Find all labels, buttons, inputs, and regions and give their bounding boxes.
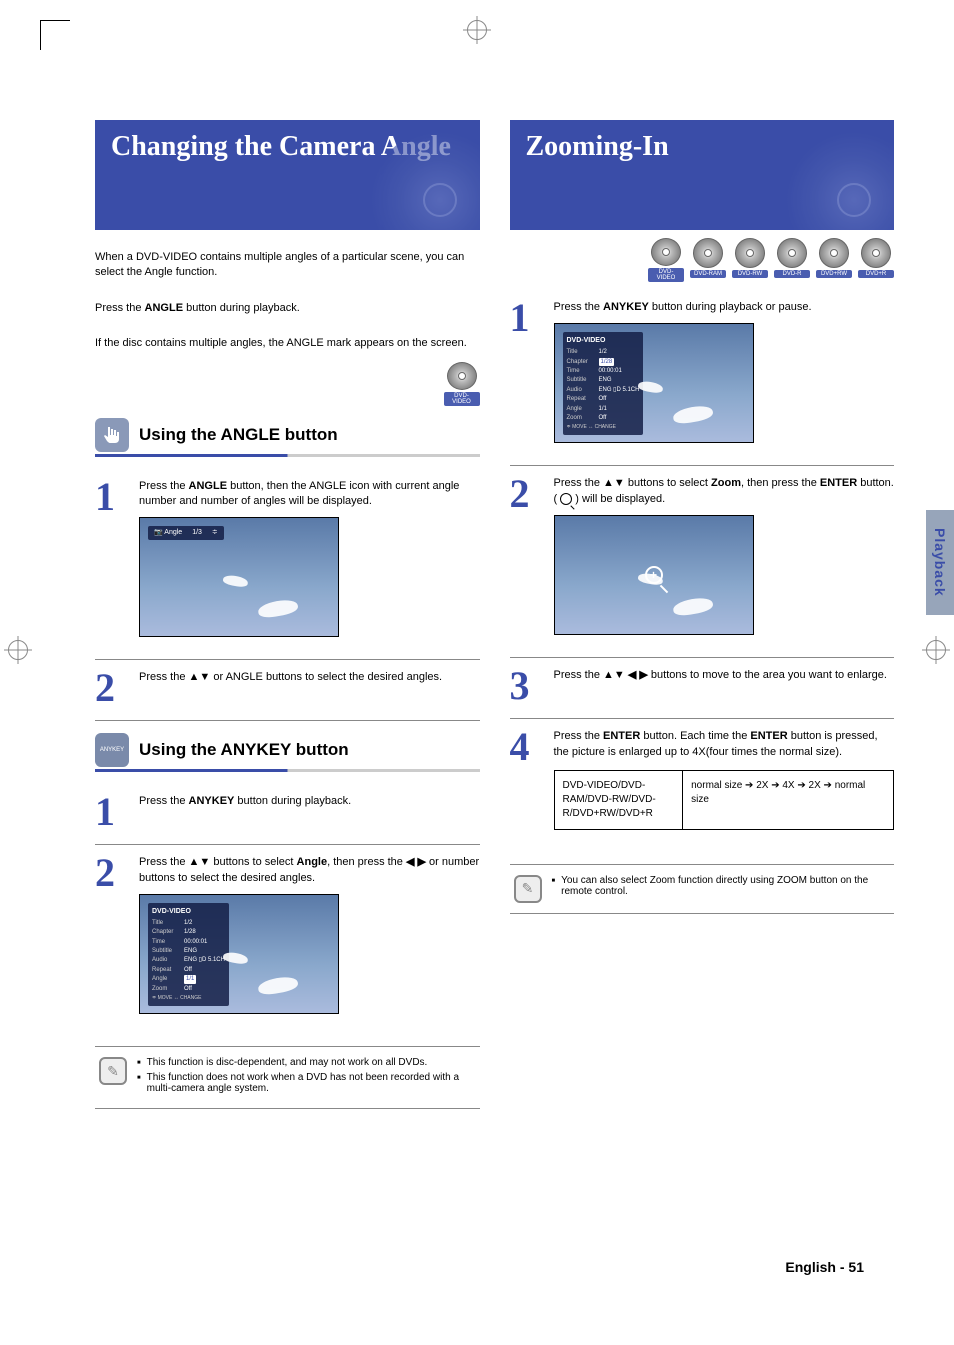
step-r1: 1 Press the ANYKEY button during playbac… [510,290,895,466]
step-r3: 3 Press the ▲▼ ◀ ▶ buttons to move to th… [510,658,895,719]
registration-mark [8,640,28,660]
intro-press: Press the ANGLE button during playback. [95,301,480,316]
page-footer: English - 51 [785,1259,864,1275]
zoom-sequence-table: DVD-VIDEO/DVD-RAM/DVD-RW/DVD-R/DVD+RW/DV… [554,770,895,830]
step-number: 1 [95,479,125,515]
side-tab-playback: Playback [926,510,954,615]
intro-text: When a DVD-VIDEO contains multiple angle… [95,250,480,281]
magnifier-icon [560,493,572,505]
section-heading-1: Using the ANGLE button [139,425,338,445]
underline [95,769,480,772]
osd-panel: DVD-VIDEO Title1/2 Chapter1/28 Time00:00… [563,332,644,435]
footer-label: English [785,1259,836,1275]
disc-icon: DVD-RW [732,238,768,282]
step-1-1: 1 Press the ANGLE button, then the ANGLE… [95,469,480,661]
disc-icon: DVD-R [774,238,810,282]
intro-note: If the disc contains multiple angles, th… [95,336,480,351]
step-1-2: 2 Press the ▲▼ or ANGLE buttons to selec… [95,660,480,721]
section-header-anykey: ANYKEY Using the ANYKEY button [95,733,480,767]
screenshot-osd-angle: DVD-VIDEO Title1/2 Chapter1/28 Time00:00… [139,894,339,1014]
section-header-angle-button: Using the ANGLE button [95,418,480,452]
pencil-icon: ✎ [514,875,542,903]
step-number: 3 [510,668,540,704]
disc-icon: DVD+RW [816,238,852,282]
step-number: 1 [95,794,125,830]
step-number: 1 [510,300,540,336]
disc-icon: DVD-VIDEO [648,238,684,282]
anykey-badge: ANYKEY [95,733,129,767]
step-number: 4 [510,729,540,765]
note-box-right: ✎ You can also select Zoom function dire… [510,864,895,914]
step-r2: 2 Press the ▲▼ buttons to select Zoom, t… [510,466,895,658]
title-banner-right: Zooming-In [510,120,895,230]
screenshot-angle-bar: 📷 Angle 1/3 ≑ [139,517,339,637]
disc-row-left: DVD-VIDEO [95,362,480,406]
left-column: Changing the Camera Angle When a DVD-VID… [95,120,480,1109]
step-number: 2 [510,476,540,512]
note-1: This function is disc-dependent, and may… [147,1057,428,1068]
osd-panel: DVD-VIDEO Title1/2 Chapter1/28 Time00:00… [148,903,229,1006]
disc-icon: DVD+R [858,238,894,282]
right-column: Zooming-In DVD-VIDEO DVD-RAM DVD-RW DVD-… [510,120,895,1109]
note-box-left: ✎ This function is disc-dependent, and m… [95,1046,480,1109]
seq-label: DVD-VIDEO/DVD-RAM/DVD-RW/DVD-R/DVD+RW/DV… [555,771,684,829]
note-2: This function does not work when a DVD h… [147,1072,476,1094]
underline [95,454,480,457]
step-2-1: 1 Press the ANYKEY button during playbac… [95,784,480,845]
angle-osd: 📷 Angle 1/3 ≑ [148,526,224,540]
footer-page: - 51 [840,1259,864,1275]
step-r4: 4 Press the ENTER button. Each time the … [510,719,895,854]
page-content: Changing the Camera Angle When a DVD-VID… [95,120,894,1285]
title-banner-left: Changing the Camera Angle [95,120,480,230]
screenshot-zoom-cursor: + [554,515,754,635]
disc-icon: DVD-RAM [690,238,726,282]
section-heading-2: Using the ANYKEY button [139,740,349,760]
step-number: 2 [95,855,125,891]
registration-mark [467,20,487,40]
seq-value: normal size ➔ 2X ➔ 4X ➔ 2X ➔ normal size [683,771,893,829]
pencil-icon: ✎ [99,1057,127,1085]
crop-mark [40,20,70,50]
disc-row-right: DVD-VIDEO DVD-RAM DVD-RW DVD-R DVD+RW DV… [510,238,895,282]
registration-mark [926,640,946,660]
screenshot-osd-zoom: DVD-VIDEO Title1/2 Chapter1/28 Time00:00… [554,323,754,443]
step-2-2: 2 Press the ▲▼ buttons to select Angle, … [95,845,480,1036]
disc-icon-dvd-video: DVD-VIDEO [444,362,480,406]
hand-icon [95,418,129,452]
step-number: 2 [95,670,125,706]
